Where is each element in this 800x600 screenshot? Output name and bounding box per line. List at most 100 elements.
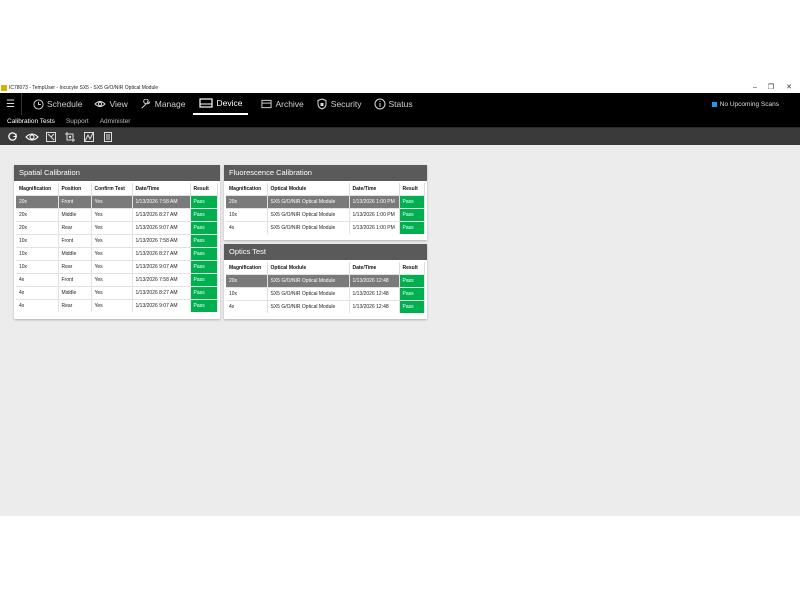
column-header[interactable]: Result xyxy=(190,183,218,195)
table-cell: Front xyxy=(58,233,92,247)
table-cell: Yes xyxy=(91,233,133,247)
result-badge: Pass xyxy=(399,273,425,287)
table-cell: SX5 G/O/NIR Optical Module xyxy=(267,207,350,221)
table-cell: Yes xyxy=(91,207,133,221)
table-cell: 4x xyxy=(16,298,59,312)
table-cell: Middle xyxy=(58,207,92,221)
info-icon xyxy=(374,98,386,110)
table-row[interactable]: 4x Front Yes 1/13/2026 7:58 AM Pass xyxy=(16,272,218,286)
table-row[interactable]: 4x Rear Yes 1/13/2026 9:07 AM Pass xyxy=(16,298,218,312)
column-header[interactable]: Confirm Test xyxy=(91,183,133,195)
result-badge: Pass xyxy=(399,194,425,208)
table-cell: 20x xyxy=(16,194,59,208)
nav-schedule[interactable]: Schedule xyxy=(26,93,88,115)
archive-icon xyxy=(260,98,272,110)
column-header[interactable]: Result xyxy=(399,262,425,274)
fluorescence-calibration-title: Fluorescence Calibration xyxy=(224,165,427,181)
table-row[interactable]: 4x SX5 G/O/NIR Optical Module 1/13/2026 12… xyxy=(226,299,425,313)
column-header[interactable]: Date/Time xyxy=(349,183,400,195)
nav-label-security: Security xyxy=(330,99,362,109)
grid-adjust-icon[interactable] xyxy=(61,130,78,144)
table-row[interactable]: 10x SX5 G/O/NIR Optical Module 1/13/2026 1… xyxy=(226,286,425,300)
result-badge: Pass xyxy=(190,259,218,273)
document-icon[interactable] xyxy=(99,130,116,144)
table-row[interactable]: 20x SX5 G/O/NIR Optical Module 1/13/2026 1… xyxy=(226,194,425,208)
table-cell: 20x xyxy=(226,273,268,287)
main-nav: ☰ Schedule View Manage Device Archive Se… xyxy=(0,93,800,115)
nav-label-status: Status xyxy=(388,99,413,109)
table-cell: 20x xyxy=(16,207,59,221)
table-row[interactable]: 10x Rear Yes 1/13/2026 9:07 AM Pass xyxy=(16,259,218,273)
nav-device[interactable]: Device xyxy=(193,93,249,115)
column-header[interactable]: Optical Module xyxy=(267,183,350,195)
column-header[interactable]: Date/Time xyxy=(349,262,400,274)
hamburger-menu-icon[interactable]: ☰ xyxy=(0,93,22,115)
subnav-support[interactable]: Support xyxy=(66,118,89,125)
table-cell: SX5 G/O/NIR Optical Module xyxy=(267,194,350,208)
table-row[interactable]: 4x SX5 G/O/NIR Optical Module 1/13/2026 1:… xyxy=(226,220,425,234)
table-cell: Yes xyxy=(91,298,133,312)
column-header[interactable]: Result xyxy=(399,183,425,195)
restore-button[interactable]: ❐ xyxy=(761,82,781,93)
device-icon xyxy=(199,97,214,109)
spatial-calibration-title: Spatial Calibration xyxy=(14,165,220,181)
table-cell: 4x xyxy=(226,299,268,313)
table-row[interactable]: 10x SX5 G/O/NIR Optical Module 1/13/2026 1… xyxy=(226,207,425,221)
crop-icon[interactable] xyxy=(42,130,59,144)
nav-view[interactable]: View xyxy=(88,93,133,115)
toolbar xyxy=(0,127,800,145)
table-row[interactable]: 20x SX5 G/O/NIR Optical Module 1/13/2026 1… xyxy=(226,273,425,287)
table-cell: 1/13/2026 1:00 PM xyxy=(349,207,400,221)
table-row[interactable]: 20x Middle Yes 1/13/2026 8:27 AM Pass xyxy=(16,207,218,221)
table-cell: Yes xyxy=(91,259,133,273)
nav-manage[interactable]: Manage xyxy=(134,93,192,115)
title-bar: IC78073 - TempUser - Incucyte SX5 - SX5 … xyxy=(0,82,800,93)
column-header[interactable]: Date/Time xyxy=(132,183,191,195)
subnav-calibration-tests[interactable]: Calibration Tests xyxy=(7,118,55,125)
status-square-icon xyxy=(711,101,717,107)
result-badge: Pass xyxy=(190,285,218,299)
nav-security[interactable]: Security xyxy=(310,93,368,115)
column-header[interactable]: Position xyxy=(58,183,92,195)
close-button[interactable]: ✕ xyxy=(779,82,799,93)
table-cell: Rear xyxy=(58,259,92,273)
optics-test-table: Magnification Optical Module Date/Time R… xyxy=(226,262,425,313)
nav-archive[interactable]: Archive xyxy=(254,93,309,115)
column-header[interactable]: Magnification xyxy=(226,183,268,195)
table-cell: 1/13/2026 9:07 AM xyxy=(132,298,191,312)
column-header[interactable]: Magnification xyxy=(226,262,268,274)
optics-test-rows: 20x SX5 G/O/NIR Optical Module 1/13/2026 1… xyxy=(226,273,425,313)
table-row[interactable]: 10x Middle Yes 1/13/2026 8:27 AM Pass xyxy=(16,246,218,260)
table-cell: 1/13/2026 7:58 AM xyxy=(132,194,191,208)
table-row[interactable]: 4x Middle Yes 1/13/2026 8:27 AM Pass xyxy=(16,285,218,299)
result-badge: Pass xyxy=(190,298,218,312)
spatial-calibration-rows: 20x Front Yes 1/13/2026 7:58 AM Pass 20x Midd… xyxy=(16,194,218,312)
refresh-icon[interactable] xyxy=(4,130,21,144)
table-cell: Middle xyxy=(58,285,92,299)
table-cell: Middle xyxy=(58,246,92,260)
table-cell: 1/13/2026 12:48 xyxy=(349,273,400,287)
result-badge: Pass xyxy=(399,207,425,221)
subnav-administer[interactable]: Administer xyxy=(100,118,131,125)
table-cell: 1/13/2026 8:27 AM xyxy=(132,285,191,299)
upcoming-scans-label: No Upcoming Scans xyxy=(719,100,779,108)
table-cell: Yes xyxy=(91,285,133,299)
table-row[interactable]: 20x Front Yes 1/13/2026 7:58 AM Pass xyxy=(16,194,218,208)
nav-label-manage: Manage xyxy=(154,99,186,109)
eye-icon xyxy=(94,98,107,110)
table-row[interactable]: 10x Front Yes 1/13/2026 7:58 AM Pass xyxy=(16,233,218,247)
eye-icon[interactable] xyxy=(23,130,40,144)
nav-status[interactable]: Status xyxy=(368,93,419,115)
table-cell: SX5 G/O/NIR Optical Module xyxy=(267,220,350,234)
table-row[interactable]: 20x Rear Yes 1/13/2026 9:07 AM Pass xyxy=(16,220,218,234)
table-cell: 10x xyxy=(16,246,59,260)
table-header-row: Magnification Optical Module Date/Time R… xyxy=(226,183,425,195)
table-cell: 1/13/2026 1:00 PM xyxy=(349,220,400,234)
chart-icon[interactable] xyxy=(80,130,97,144)
clock-icon xyxy=(32,98,44,110)
table-cell: Rear xyxy=(58,220,92,234)
table-cell: 10x xyxy=(226,207,268,221)
column-header[interactable]: Magnification xyxy=(16,183,59,195)
table-cell: 1/13/2026 9:07 AM xyxy=(132,259,191,273)
column-header[interactable]: Optical Module xyxy=(267,262,350,274)
